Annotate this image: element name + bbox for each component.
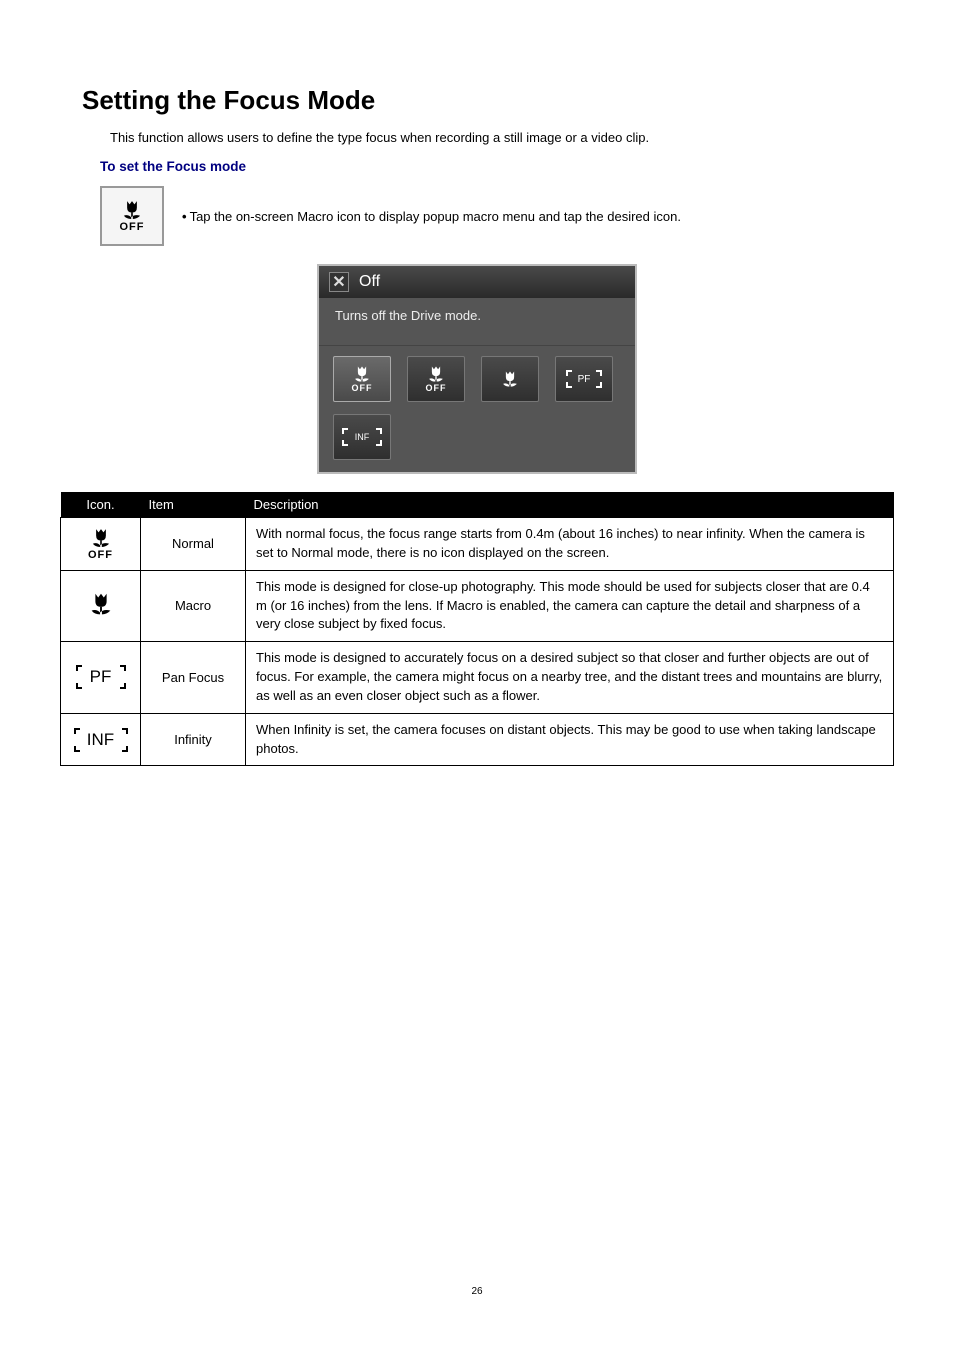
popup-screenshot: ✕ Off Turns off the Drive mode. OFF (317, 264, 637, 474)
page-number: 26 (60, 1286, 894, 1297)
tap-instruction-row: OFF •Tap the on-screen Macro icon to dis… (100, 186, 894, 246)
pf-label: PF (578, 374, 591, 385)
tulip-icon (119, 199, 145, 221)
popup-title: Off (359, 273, 380, 291)
subheading: To set the Focus mode (100, 159, 894, 174)
popup-option-inf[interactable]: INF (333, 414, 391, 460)
popup-option-pf[interactable]: PF (555, 356, 613, 402)
tap-instruction-text: •Tap the on-screen Macro icon to display… (182, 209, 681, 224)
cell-item: Macro (141, 570, 246, 642)
off-label: OFF (88, 550, 113, 561)
focus-mode-table: Icon. Item Description OFF Normal With n… (60, 492, 894, 766)
pf-label: PF (90, 667, 112, 687)
close-icon[interactable]: ✕ (329, 272, 349, 292)
table-row: INF Infinity When Infinity is set, the c… (61, 713, 894, 766)
inf-label: INF (87, 730, 114, 750)
cell-desc: When Infinity is set, the camera focuses… (246, 713, 894, 766)
cell-icon-pf: PF (61, 642, 141, 714)
cell-icon-normal: OFF (61, 518, 141, 571)
cell-icon-macro (61, 570, 141, 642)
tulip-icon (351, 365, 373, 383)
tap-instruction-content: Tap the on-screen Macro icon to display … (190, 209, 681, 224)
tulip-icon (499, 370, 521, 388)
intro-text: This function allows users to define the… (110, 130, 894, 145)
page-title: Setting the Focus Mode (82, 85, 894, 116)
popup-description: Turns off the Drive mode. (319, 298, 635, 346)
popup-option-normal[interactable]: OFF (333, 356, 391, 402)
popup-option-super-macro[interactable]: OFF (407, 356, 465, 402)
off-label: OFF (352, 384, 373, 393)
tulip-icon (88, 527, 114, 549)
cell-item: Pan Focus (141, 642, 246, 714)
cell-item: Normal (141, 518, 246, 571)
th-item: Item (141, 492, 246, 518)
cell-icon-inf: INF (61, 713, 141, 766)
th-desc: Description (246, 492, 894, 518)
table-row: OFF Normal With normal focus, the focus … (61, 518, 894, 571)
off-label: OFF (120, 222, 145, 233)
table-row: Macro This mode is designed for close-up… (61, 570, 894, 642)
table-row: PF Pan Focus This mode is designed to ac… (61, 642, 894, 714)
off-label: OFF (426, 384, 447, 393)
cell-item: Infinity (141, 713, 246, 766)
cell-desc: With normal focus, the focus range start… (246, 518, 894, 571)
popup-titlebar: ✕ Off (319, 266, 635, 298)
cell-desc: This mode is designed to accurately focu… (246, 642, 894, 714)
inf-label: INF (355, 432, 370, 442)
th-icon: Icon. (61, 492, 141, 518)
macro-off-example-icon: OFF (100, 186, 164, 246)
tulip-icon (86, 591, 116, 617)
cell-desc: This mode is designed for close-up photo… (246, 570, 894, 642)
popup-option-macro[interactable] (481, 356, 539, 402)
tulip-icon (425, 365, 447, 383)
